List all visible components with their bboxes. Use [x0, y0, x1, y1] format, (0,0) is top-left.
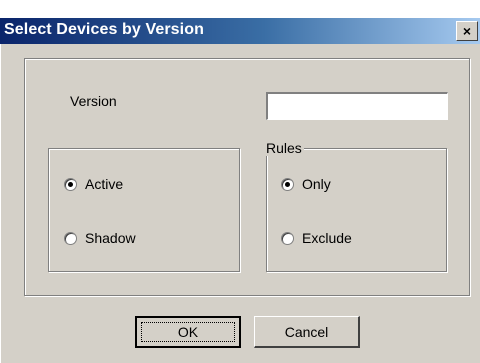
- close-icon: ×: [462, 23, 472, 39]
- window-title: Select Devices by Version: [4, 21, 204, 38]
- radio-exclude-label: Exclude: [302, 230, 352, 246]
- version-label: Version: [70, 93, 117, 109]
- radio-exclude-indicator: [281, 231, 294, 245]
- radio-active-label: Active: [85, 176, 124, 192]
- ok-button[interactable]: OK: [135, 316, 241, 348]
- status-group-frame: [48, 148, 240, 272]
- radio-only-label: Only: [302, 176, 331, 192]
- ok-focus-ring: [141, 322, 235, 342]
- radio-exclude[interactable]: Exclude: [281, 230, 352, 246]
- radio-shadow[interactable]: Shadow: [64, 230, 136, 246]
- radio-shadow-label: Shadow: [85, 230, 136, 246]
- radio-active-indicator: [64, 177, 77, 191]
- rules-group-frame: [266, 148, 447, 272]
- close-button[interactable]: ×: [456, 21, 478, 41]
- cancel-button[interactable]: Cancel: [254, 316, 360, 348]
- cancel-button-label: Cancel: [284, 323, 329, 340]
- radio-only[interactable]: Only: [281, 176, 331, 192]
- radio-shadow-indicator: [64, 231, 77, 245]
- title-bar: Select Devices by Version ×: [0, 18, 480, 44]
- version-input[interactable]: [266, 92, 448, 120]
- rules-group-legend: Rules: [264, 140, 304, 156]
- radio-only-indicator: [281, 177, 294, 191]
- radio-active[interactable]: Active: [64, 176, 123, 192]
